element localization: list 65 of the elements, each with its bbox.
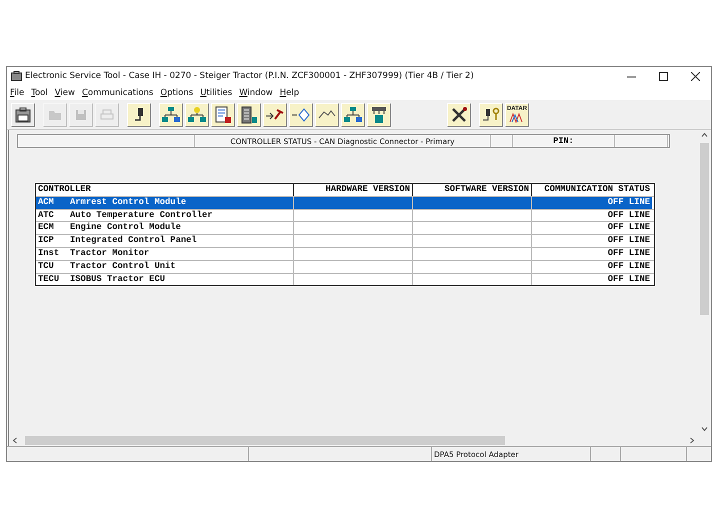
toolbar-button[interactable] xyxy=(127,102,151,126)
menu-item[interactable]: Communications xyxy=(82,88,154,98)
menu-item[interactable]: View xyxy=(54,88,75,98)
menu-item[interactable]: File xyxy=(10,88,24,98)
toolbar-button[interactable] xyxy=(315,102,339,126)
table-row[interactable]: Inst Tractor Monitor OFF LINE xyxy=(36,248,654,261)
controller-cell: Inst Tractor Monitor xyxy=(36,248,294,260)
vertical-scrollbar[interactable] xyxy=(698,130,711,434)
menu-item[interactable]: Utilities xyxy=(200,88,232,98)
menu-item[interactable]: Window xyxy=(239,88,273,98)
toolbox-icon xyxy=(11,71,22,81)
controller-cell: ACM Armrest Control Module xyxy=(36,196,294,209)
controller-cell: ICP Integrated Control Panel xyxy=(36,235,294,247)
controller-cell: ECM Engine Control Module xyxy=(36,222,294,234)
column-header: HARDWARE VERSION xyxy=(294,184,413,196)
menu-item[interactable]: Help xyxy=(280,88,300,98)
scroll-up-icon[interactable] xyxy=(701,132,708,139)
network-icon xyxy=(187,106,207,124)
table-row[interactable]: ICP Integrated Control Panel OFF LINE xyxy=(36,235,654,248)
building-icon xyxy=(240,106,258,124)
toolbar-button[interactable] xyxy=(263,102,287,126)
toolbar-button[interactable] xyxy=(479,102,503,126)
column-header: COMMUNICATION STATUS xyxy=(543,184,651,196)
toolbar-button[interactable] xyxy=(159,102,183,126)
hammer-icon xyxy=(265,106,285,122)
network-icon xyxy=(370,106,388,124)
chart-icon xyxy=(508,112,525,123)
scroll-down-icon[interactable] xyxy=(701,425,708,432)
print-icon xyxy=(100,108,114,120)
pin-label: PIN: xyxy=(513,135,615,147)
toolbar-button[interactable] xyxy=(185,102,209,126)
plug-icon xyxy=(132,106,146,124)
toolbar-button[interactable] xyxy=(341,102,365,126)
save-icon xyxy=(75,108,87,120)
plug-key-icon xyxy=(481,106,501,124)
controller-cell: TECU ISOBUS Tractor ECU xyxy=(36,274,294,286)
toolbar-button[interactable] xyxy=(367,102,391,126)
scroll-right-icon[interactable] xyxy=(688,436,695,444)
network-icon xyxy=(161,106,181,124)
column-header: SOFTWARE VERSION xyxy=(413,184,532,196)
scroll-left-icon[interactable] xyxy=(12,436,19,444)
close-icon xyxy=(690,72,700,80)
table-row[interactable]: ACM Armrest Control Module OFF LINE xyxy=(36,196,654,210)
folder-icon xyxy=(48,108,62,120)
toolbar-button[interactable] xyxy=(237,102,261,126)
table-row[interactable]: ECM Engine Control Module OFF LINE xyxy=(36,222,654,236)
menu-item[interactable]: Options xyxy=(160,88,194,98)
window-title: Electronic Service Tool - Case IH - 0270 - Steiger Tractor (P.I.N. ZCF300001 - ZHF307999) (Tier 4B / Tier 2) xyxy=(25,71,475,81)
toolbar-button[interactable] xyxy=(211,102,235,126)
menu-item[interactable]: Tool xyxy=(31,88,48,98)
table-row[interactable]: ATC Auto Temperature Controller OFF LINE xyxy=(36,210,654,222)
table-row[interactable]: TECU ISOBUS Tractor ECU OFF LINE xyxy=(36,274,654,286)
column-header: CONTROLLER xyxy=(36,184,294,196)
toolbox-icon xyxy=(14,106,32,124)
toolbar-button[interactable] xyxy=(447,102,471,126)
toolbar-button[interactable] xyxy=(11,102,35,126)
status-cell: OFF LINE xyxy=(532,196,652,209)
tools-icon xyxy=(450,106,468,124)
table-row[interactable]: TCU Tractor Control Unit OFF LINE xyxy=(36,260,654,274)
network-icon xyxy=(343,106,363,124)
controller-cell: TCU Tractor Control Unit xyxy=(36,260,294,273)
diamond-icon xyxy=(291,106,311,122)
maximize-icon xyxy=(658,72,668,80)
controller-cell: ATC Auto Temperature Controller xyxy=(36,210,294,222)
document-icon xyxy=(214,106,232,124)
